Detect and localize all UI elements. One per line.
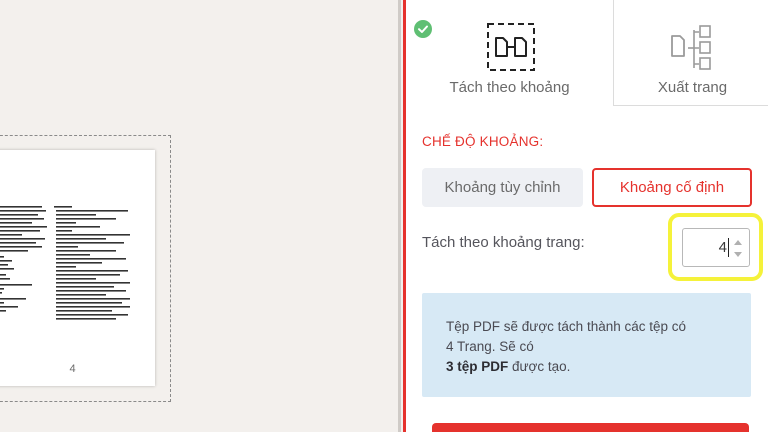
split-mode-tabs: Tách theo khoảng Xuất trang bbox=[406, 0, 768, 106]
tab-extract-pages[interactable]: Xuất trang bbox=[613, 0, 768, 106]
split-pdf-button[interactable] bbox=[432, 423, 749, 432]
tab-split-by-range[interactable]: Tách theo khoảng bbox=[406, 0, 613, 106]
info-line-2: 4 Trang. Sẽ có bbox=[446, 339, 534, 354]
extract-pages-icon bbox=[671, 25, 711, 70]
preview-area: 4 bbox=[0, 0, 400, 432]
decrement-arrow-icon[interactable] bbox=[734, 252, 742, 257]
split-options-sidebar: Tách theo khoảng Xuất trang CHẾ ĐỘ KHOẢN… bbox=[403, 0, 768, 432]
page-number: 4 bbox=[69, 363, 76, 375]
info-line-1: Tệp PDF sẽ được tách thành các tệp có bbox=[446, 319, 687, 334]
page-content-preview bbox=[0, 206, 130, 320]
pages-per-file-input[interactable]: 4 bbox=[682, 228, 750, 267]
increment-arrow-icon[interactable] bbox=[734, 240, 742, 245]
info-file-count: 3 tệp PDF bbox=[446, 359, 509, 374]
custom-ranges-button[interactable]: Khoảng tùy chỉnh bbox=[422, 168, 583, 207]
info-line-3-rest: được tạo. bbox=[508, 359, 571, 374]
panel-divider bbox=[398, 0, 401, 432]
check-circle-icon bbox=[414, 20, 432, 38]
page-thumbnail[interactable]: 4 bbox=[0, 150, 155, 386]
fixed-ranges-button[interactable]: Khoảng cố định bbox=[592, 168, 752, 207]
split-summary-info: Tệp PDF sẽ được tách thành các tệp có 4 … bbox=[422, 293, 751, 397]
split-interval-label: Tách theo khoảng trang: bbox=[422, 234, 585, 251]
pages-per-file-value: 4 bbox=[718, 239, 727, 256]
range-mode-heading: CHẾ ĐỘ KHOẢNG: bbox=[422, 134, 544, 149]
split-range-icon bbox=[487, 23, 535, 71]
info-line-3: 3 tệp PDF được tạo. bbox=[446, 357, 727, 377]
text-caret bbox=[728, 238, 729, 257]
tab-split-by-range-label: Tách theo khoảng bbox=[449, 79, 570, 96]
tab-extract-pages-label: Xuất trang bbox=[657, 79, 728, 96]
